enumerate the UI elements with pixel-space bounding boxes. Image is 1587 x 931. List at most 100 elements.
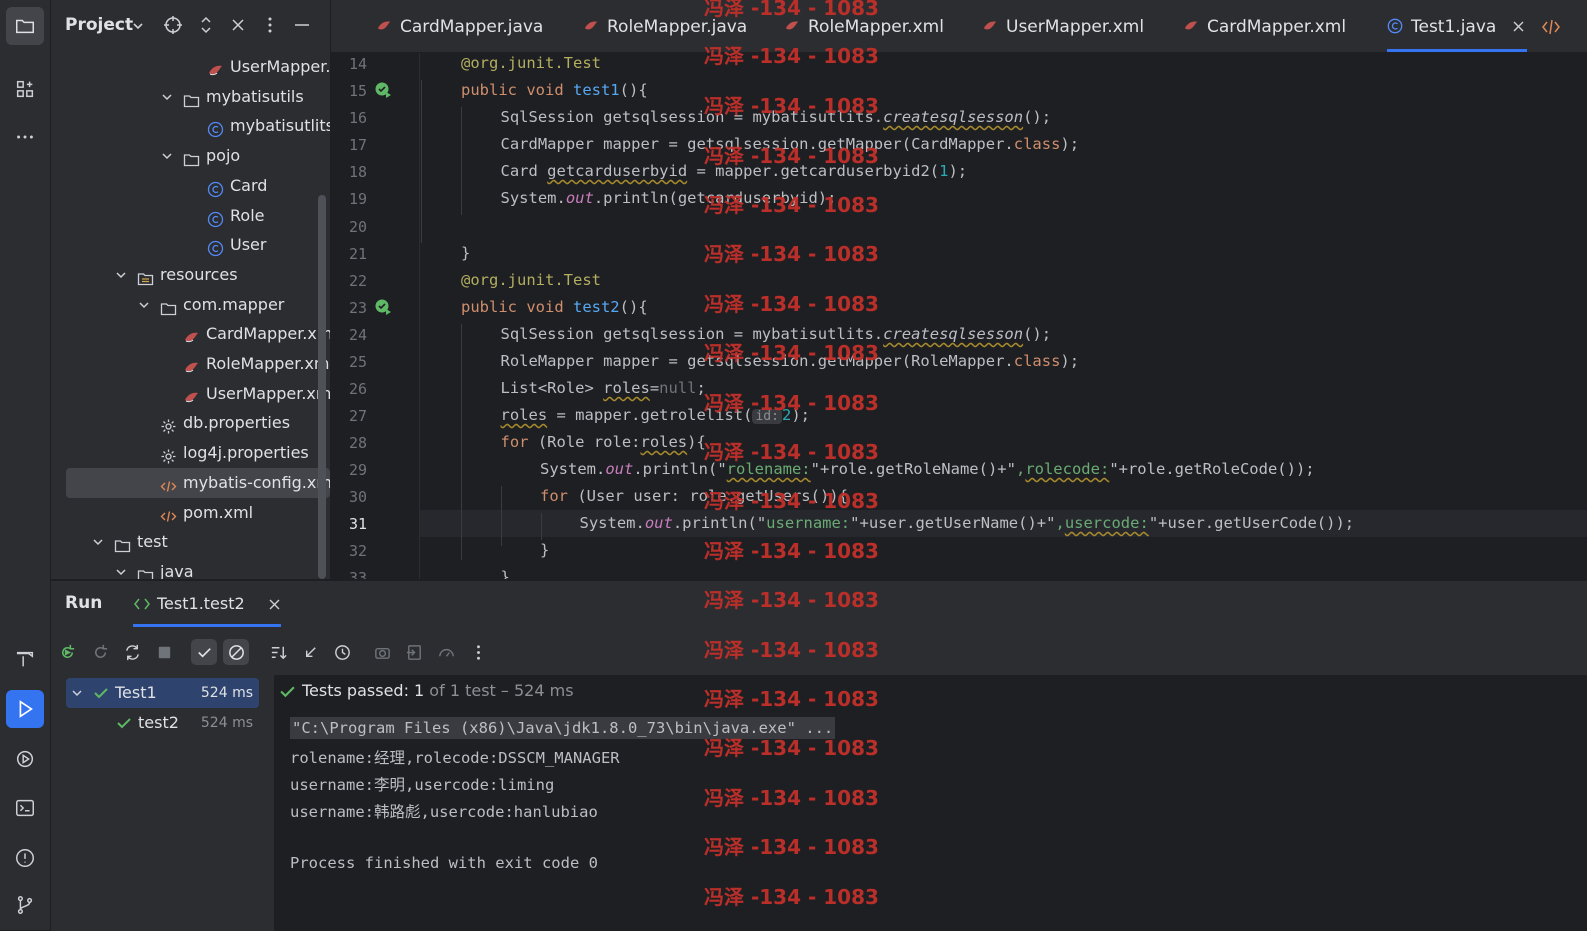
tree-item[interactable]: Card	[51, 171, 330, 201]
stop-icon[interactable]	[151, 639, 177, 665]
run-panel-title[interactable]: Run	[65, 593, 102, 613]
code-line[interactable]: System.out.println("rolename:"+role.getR…	[540, 460, 1315, 478]
camera-icon[interactable]	[369, 639, 395, 665]
line-number: 24	[348, 326, 367, 344]
chevron-down-icon[interactable]	[114, 565, 128, 579]
rerun-failed-icon[interactable]	[87, 639, 113, 665]
run-test2-gutter-icon[interactable]	[374, 298, 392, 316]
test-row-test1[interactable]: Test1 524 ms	[66, 678, 259, 708]
build-hammer-icon[interactable]	[6, 640, 44, 678]
tree-item[interactable]: RoleMapper.xml	[51, 349, 330, 379]
tree-item[interactable]: Role	[51, 201, 330, 231]
tree-item[interactable]: com.mapper	[51, 290, 330, 320]
show-ignored-icon[interactable]	[223, 639, 249, 665]
chevron-down-icon[interactable]	[160, 90, 174, 104]
close-tab-icon[interactable]	[269, 599, 280, 610]
code-editor[interactable]: 14 15 16 17 18 19 20 21 22 23 24 25 26 27 28 29 30 31 32 33…	[331, 53, 1587, 579]
editor-tab[interactable]: Test1.java	[1387, 0, 1527, 52]
more-options-icon[interactable]	[465, 639, 491, 665]
project-folder-icon[interactable]	[6, 7, 44, 45]
chevron-down-icon[interactable]	[160, 149, 174, 163]
chevron-down-icon[interactable]	[137, 298, 151, 312]
watermark-text: 冯泽 -134 - 1083	[704, 440, 879, 464]
mybatis-bird-icon	[207, 59, 224, 76]
hide-panel-icon[interactable]	[292, 15, 312, 35]
tree-item[interactable]: log4j.properties	[51, 438, 330, 468]
rerun-icon[interactable]	[54, 639, 80, 665]
folder-icon	[114, 534, 131, 553]
chevron-down-icon[interactable]	[131, 19, 145, 33]
tree-item[interactable]: User	[51, 230, 330, 260]
tree-item[interactable]: test	[51, 527, 330, 557]
tree-item[interactable]: pom.xml	[51, 498, 330, 528]
code-token: (){	[619, 298, 648, 316]
history-clock-icon[interactable]	[329, 639, 355, 665]
code-line[interactable]: }	[461, 244, 470, 262]
locate-target-icon[interactable]	[163, 15, 183, 35]
tree-item[interactable]: UserMapper.xml	[51, 379, 330, 409]
console-output[interactable]: Tests passed: 1 of 1 test – 524 ms "C:\P…	[275, 675, 1587, 931]
chevron-down-icon[interactable]	[114, 268, 128, 282]
code-line[interactable]: List<Role> roles=null;	[501, 379, 706, 397]
run-icon[interactable]	[6, 690, 44, 728]
code-line[interactable]: @org.junit.Test	[461, 271, 601, 289]
line-number: 20	[348, 218, 367, 236]
gear-icon	[160, 415, 177, 434]
project-scrollbar[interactable]	[318, 195, 326, 579]
options-menu-icon[interactable]	[260, 15, 280, 35]
terminal-icon[interactable]	[6, 789, 44, 827]
editor-tab[interactable]: CardMapper.xml	[1183, 0, 1368, 52]
toggle-auto-test-icon[interactable]	[119, 639, 145, 665]
tree-item[interactable]: CardMapper.xml	[51, 319, 330, 349]
collapse-icon[interactable]	[297, 639, 323, 665]
problems-icon[interactable]	[6, 839, 44, 877]
code-line[interactable]: System.out.println("username:"+user.getU…	[580, 514, 1355, 532]
code-line[interactable]: for (Role role:roles){	[501, 433, 706, 451]
git-branch-icon[interactable]	[6, 886, 44, 924]
import-tests-icon[interactable]	[401, 639, 427, 665]
tree-item[interactable]: UserMapper.java	[51, 52, 330, 82]
run-config-tab[interactable]: Test1.test2	[133, 581, 281, 627]
test-history-icon[interactable]	[433, 639, 459, 665]
code-token: );	[1060, 352, 1080, 370]
check-icon	[117, 718, 131, 729]
chevron-down-icon[interactable]	[91, 535, 105, 549]
test-row-test2[interactable]: test2 524 ms	[66, 708, 259, 738]
tree-item[interactable]: pojo	[51, 141, 330, 171]
class-c-icon	[207, 208, 224, 227]
editor-tab[interactable]: CardMapper.java	[376, 0, 566, 52]
tree-item[interactable]: db.properties	[51, 408, 330, 438]
show-passed-icon[interactable]	[191, 639, 217, 665]
tree-item[interactable]: mybatis-config.xml	[66, 467, 330, 498]
services-icon[interactable]	[6, 740, 44, 778]
code-line[interactable]: public void test1(){	[461, 81, 648, 99]
project-title[interactable]: Project	[65, 15, 133, 35]
code-line[interactable]: }	[501, 568, 510, 579]
editor-tab[interactable]: UserMapper.xml	[982, 0, 1167, 52]
tree-item[interactable]: mybatisutlits	[51, 111, 330, 141]
expand-all-icon[interactable]	[196, 15, 216, 35]
test-time: 524 ms	[200, 715, 253, 731]
code-line[interactable]: }	[540, 541, 549, 559]
line-number: 26	[348, 380, 367, 398]
structure-icon[interactable]	[6, 70, 44, 108]
code-line[interactable]: public void test2(){	[461, 298, 648, 316]
overflow-tabs-icon[interactable]	[1541, 18, 1561, 36]
tree-item-label: CardMapper.xml	[206, 324, 330, 344]
tree-item[interactable]: resources	[51, 260, 330, 290]
collapse-all-icon[interactable]	[228, 15, 248, 35]
indent-guide	[461, 107, 462, 215]
sort-icon[interactable]	[265, 639, 291, 665]
test-name: Test1	[115, 683, 157, 702]
check-icon	[280, 686, 295, 698]
tree-item[interactable]: java	[51, 557, 330, 579]
line-number: 21	[348, 245, 367, 263]
code-line[interactable]: @org.junit.Test	[461, 54, 601, 72]
class-c-icon	[1387, 18, 1403, 34]
close-tab-icon[interactable]	[1513, 21, 1524, 32]
chevron-down-icon[interactable]	[71, 687, 83, 699]
tree-item[interactable]: mybatisutils	[51, 82, 330, 112]
code-token: "+role.getRoleCode());	[1109, 460, 1315, 478]
more-tools-icon[interactable]	[6, 118, 44, 156]
run-test1-gutter-icon[interactable]	[374, 81, 392, 99]
